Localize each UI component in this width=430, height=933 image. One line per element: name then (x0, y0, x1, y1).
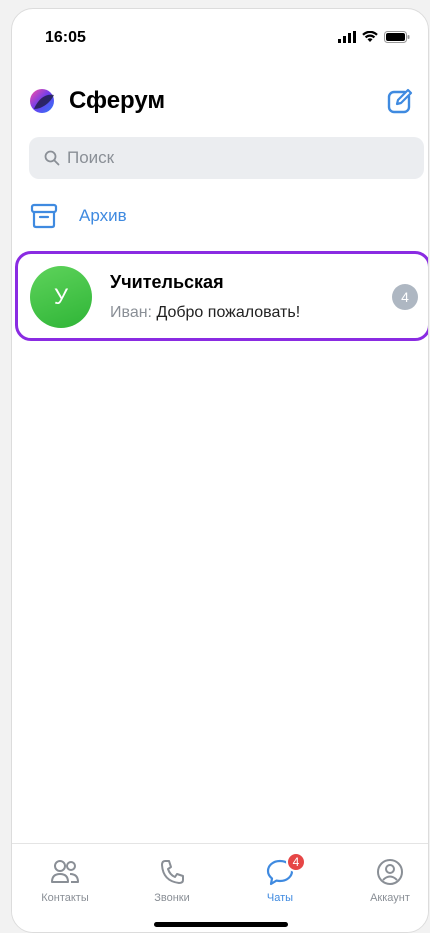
tab-account[interactable]: Аккаунт (345, 858, 428, 904)
search-icon (44, 150, 60, 166)
avatar: У (30, 266, 92, 328)
contacts-icon (51, 860, 79, 883)
tab-contacts-label: Контакты (41, 892, 89, 904)
chat-preview: Иван: Добро пожаловать! (110, 304, 300, 322)
chat-message: Добро пожаловать! (156, 304, 301, 321)
tab-account-label: Аккаунт (370, 892, 410, 904)
status-time: 16:05 (45, 29, 86, 46)
sferum-logo-icon (30, 89, 54, 113)
search-placeholder: Поиск (67, 148, 115, 167)
phone-screen: 16:05 Сферум Поиск Архив У Учительская И… (11, 8, 429, 933)
status-bar: 16:05 (12, 9, 428, 63)
wifi-icon (362, 31, 378, 42)
app-header: Сферум (12, 81, 428, 121)
phone-icon (161, 860, 184, 884)
tab-chats-label: Чаты (266, 892, 294, 904)
app-title: Сферум (69, 87, 166, 114)
tab-contacts[interactable]: Контакты (20, 858, 110, 904)
signal-icon (338, 31, 356, 43)
chats-badge-count: 4 (292, 855, 300, 869)
compose-icon[interactable] (386, 87, 414, 115)
status-icons (338, 31, 410, 43)
home-indicator (154, 922, 288, 927)
tab-bar: Контакты Звонки 4 Чаты Аккаунт (12, 843, 428, 932)
battery-icon (384, 31, 410, 43)
tab-calls[interactable]: Звонки (127, 858, 217, 904)
unread-count: 4 (401, 289, 409, 305)
chat-list-item[interactable]: У Учительская Иван: Добро пожаловать! 4 (15, 251, 428, 341)
tab-calls-label: Звонки (154, 892, 190, 904)
chats-badge: 4 (286, 852, 306, 872)
archive-link[interactable]: Архив (29, 201, 127, 231)
unread-badge: 4 (392, 284, 418, 310)
chat-sender: Иван: (110, 304, 152, 321)
archive-label: Архив (79, 206, 127, 225)
avatar-letter: У (54, 284, 68, 309)
archive-icon (30, 203, 58, 229)
chat-title: Учительская (110, 272, 224, 292)
account-icon (377, 859, 403, 885)
search-input[interactable]: Поиск (29, 137, 424, 179)
tab-chats[interactable]: 4 Чаты (235, 852, 325, 904)
